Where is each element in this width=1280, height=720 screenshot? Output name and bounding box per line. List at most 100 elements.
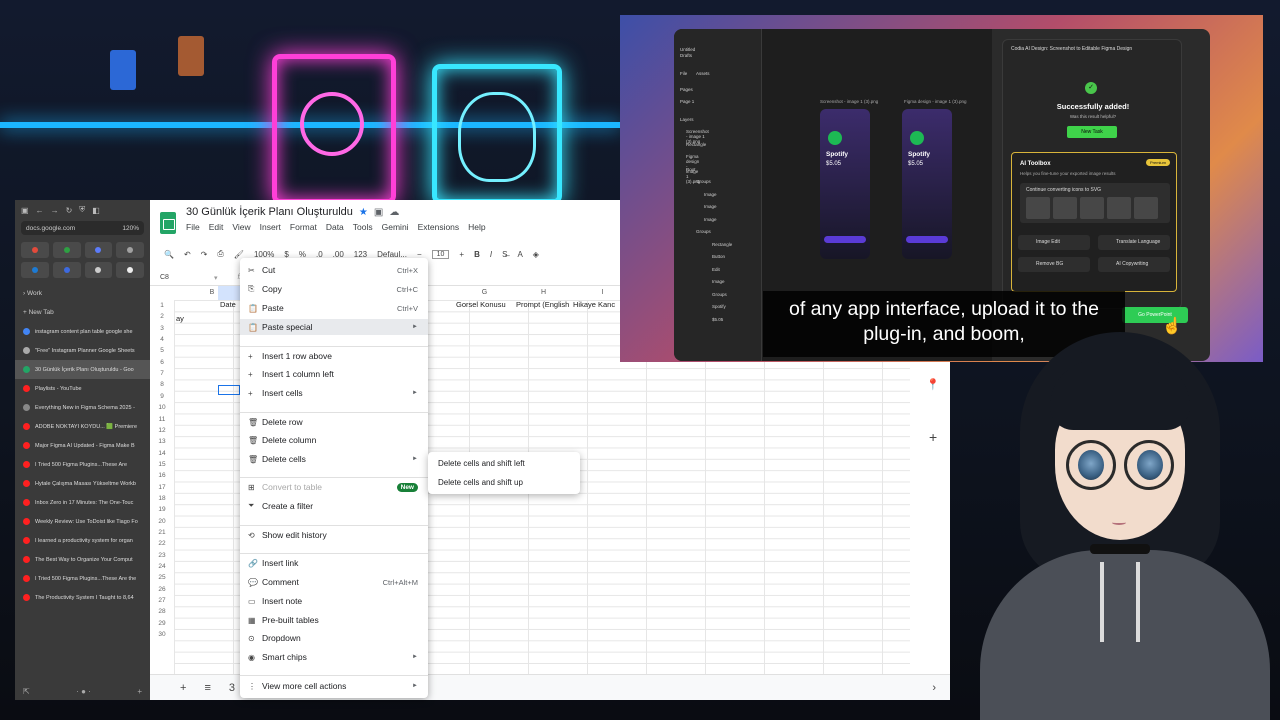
sheets-logo-icon[interactable] — [160, 212, 176, 234]
pinned-tab[interactable] — [116, 242, 144, 258]
redo-icon[interactable]: ↷ — [201, 250, 208, 259]
context-item-show-edit-history[interactable]: ⟲ Show edit history — [240, 527, 428, 543]
context-item-insert-cells[interactable]: + Insert cells ► — [240, 385, 428, 401]
row-header[interactable]: 17 — [150, 484, 174, 491]
layer-item[interactable]: Groups — [696, 179, 711, 184]
context-item-view-more-cell-actions[interactable]: ⋮ View more cell actions ► — [240, 678, 428, 694]
row-header[interactable]: 4 — [150, 336, 174, 343]
menu-file[interactable]: File — [186, 222, 200, 232]
print-icon[interactable]: ⎙ — [217, 249, 223, 259]
work-section[interactable]: › Work — [15, 284, 150, 303]
tab-assets[interactable]: Assets — [696, 71, 710, 76]
selected-cell[interactable] — [218, 385, 240, 395]
image-edit-button[interactable]: Image Edit — [1018, 235, 1090, 250]
back-icon[interactable]: ← — [36, 206, 44, 215]
forward-icon[interactable]: → — [51, 206, 59, 215]
header-cell-gorsel[interactable]: Gorsel Konusu — [456, 300, 506, 309]
delete-shift-left[interactable]: Delete cells and shift left — [438, 459, 525, 468]
add-space-icon[interactable]: + — [137, 687, 142, 696]
row-header[interactable]: 20 — [150, 518, 174, 525]
ai-copywriting-button[interactable]: AI Copywriting — [1098, 257, 1170, 272]
tab-file[interactable]: File — [680, 71, 687, 76]
row-header[interactable]: 3 — [150, 325, 174, 332]
shield-icon[interactable]: ⛨ — [79, 205, 85, 215]
row-header[interactable]: 12 — [150, 427, 174, 434]
settings-icon[interactable]: ⇱ — [23, 687, 30, 696]
sidebar-toggle-icon[interactable]: ▣ — [21, 206, 29, 215]
all-sheets-button[interactable]: ≡ — [204, 682, 210, 694]
context-item-smart-chips[interactable]: ◉ Smart chips ► — [240, 649, 428, 665]
row-header[interactable]: 24 — [150, 563, 174, 570]
browser-tab[interactable]: I learned a productivity system for orga… — [15, 531, 150, 550]
translate-button[interactable]: Translate Language — [1098, 235, 1170, 250]
browser-tab[interactable]: Everything New in Figma Schema 2025 - — [15, 398, 150, 417]
strikethrough-icon[interactable]: S̶ — [502, 250, 507, 259]
row-header[interactable]: 18 — [150, 495, 174, 502]
browser-tab[interactable]: ADOBE NOKTAYI KOYDU... 🟩 Premiere — [15, 417, 150, 436]
browser-tab[interactable]: I Tried 500 Figma Plugins...These Are — [15, 455, 150, 474]
layer-item[interactable]: Root — [686, 167, 696, 172]
row-header[interactable]: 19 — [150, 506, 174, 513]
context-item-create-a-filter[interactable]: ⏷ Create a filter — [240, 498, 428, 514]
name-box[interactable]: C8 — [160, 274, 200, 281]
cell-b2[interactable]: ay — [176, 314, 184, 323]
sheet-tab[interactable]: 3 — [229, 682, 235, 694]
context-item-insert-1-column-left[interactable]: + Insert 1 column left — [240, 366, 428, 382]
add-sheet-button[interactable]: + — [180, 682, 186, 694]
pinned-tab[interactable] — [84, 242, 113, 258]
row-header[interactable]: 22 — [150, 540, 174, 547]
pinned-tab[interactable] — [52, 262, 81, 278]
browser-tab[interactable]: The Productivity System I Taught to 8,64 — [15, 588, 150, 607]
menu-view[interactable]: View — [232, 222, 250, 232]
header-cell-hikaye[interactable]: Hikaye Kanc — [573, 300, 615, 309]
new-tab-button[interactable]: + New Tab — [15, 303, 150, 322]
search-menus-icon[interactable]: 🔍 — [164, 250, 174, 259]
reload-icon[interactable]: ↻ — [66, 206, 73, 215]
pinned-tab[interactable] — [21, 242, 49, 258]
browser-tab[interactable]: Inbox Zero in 17 Minutes: The One-Touc — [15, 493, 150, 512]
context-item-paste[interactable]: 📋 Paste Ctrl+V — [240, 300, 428, 316]
menu-insert[interactable]: Insert — [260, 222, 281, 232]
pinned-tab[interactable] — [21, 262, 49, 278]
layer-item[interactable]: $5.05 — [712, 317, 723, 322]
context-item-dropdown[interactable]: ⊙ Dropdown — [240, 630, 428, 646]
row-header[interactable]: 5 — [150, 347, 174, 354]
text-color-icon[interactable]: A — [517, 250, 522, 259]
extension-icon[interactable]: ◧ — [92, 206, 100, 215]
menu-format[interactable]: Format — [290, 222, 317, 232]
bold-button[interactable]: B — [474, 250, 480, 259]
menu-data[interactable]: Data — [326, 222, 344, 232]
layer-item[interactable]: Edit — [712, 267, 720, 272]
layer-item[interactable]: Image — [704, 192, 717, 197]
document-title[interactable]: 30 Günlük İçerik Planı Oluşturuldu — [186, 206, 353, 218]
space-dots-icon[interactable]: · ● · — [76, 687, 91, 696]
row-header[interactable]: 2 — [150, 313, 174, 320]
context-item-comment[interactable]: 💬 Comment Ctrl+Alt+M — [240, 574, 428, 590]
column-header[interactable]: H — [514, 286, 573, 300]
row-header[interactable]: 11 — [150, 416, 174, 423]
row-header[interactable]: 9 — [150, 393, 174, 400]
row-header[interactable]: 23 — [150, 552, 174, 559]
row-header[interactable]: 21 — [150, 529, 174, 536]
context-item-delete-column[interactable]: 🗑 Delete column — [240, 432, 428, 448]
font-size-increase[interactable]: + — [459, 250, 464, 259]
context-item-delete-row[interactable]: 🗑 Delete row — [240, 414, 428, 430]
pinned-tab[interactable] — [84, 262, 113, 278]
star-icon[interactable]: ★ — [359, 207, 368, 218]
context-item-copy[interactable]: ⎘ Copy Ctrl+C — [240, 281, 428, 297]
layer-item[interactable]: Groups — [712, 292, 727, 297]
context-item-cut[interactable]: ✂ Cut Ctrl+X — [240, 262, 428, 278]
menu-help[interactable]: Help — [468, 222, 485, 232]
row-header[interactable]: 26 — [150, 586, 174, 593]
pinned-tab[interactable] — [116, 262, 144, 278]
row-header[interactable]: 7 — [150, 370, 174, 377]
layer-item[interactable]: Spotify — [712, 304, 726, 309]
browser-tab[interactable]: I Tried 500 Figma Plugins...These Are th… — [15, 569, 150, 588]
new-task-button[interactable]: New Task — [1067, 126, 1117, 138]
remove-bg-button[interactable]: Remove BG — [1018, 257, 1090, 272]
menu-gemini[interactable]: Gemini — [382, 222, 409, 232]
browser-tab[interactable]: 30 Günlük İçerik Planı Oluşturuldu - Goo — [15, 360, 150, 379]
layer-item[interactable]: Image — [712, 279, 725, 284]
fill-color-icon[interactable]: ◈ — [533, 250, 539, 259]
browser-tab[interactable]: "Free" Instagram Planner Google Sheets — [15, 341, 150, 360]
